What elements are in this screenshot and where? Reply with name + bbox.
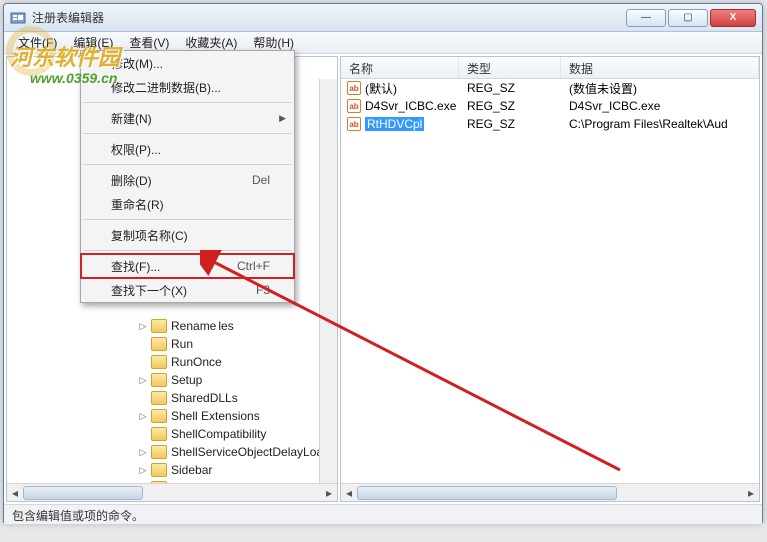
value-type: REG_SZ: [459, 117, 561, 131]
col-name[interactable]: 名称: [341, 57, 459, 78]
tree-label: Sidebar: [171, 463, 212, 477]
folder-icon: [151, 337, 167, 351]
chevron-blank: [137, 392, 149, 404]
folder-icon: [151, 427, 167, 441]
tree-label: ShellCompatibility: [171, 427, 266, 441]
folder-icon: [151, 391, 167, 405]
value-data: C:\Program Files\Realtek\Aud: [561, 117, 759, 131]
folder-icon: [151, 409, 167, 423]
chevron-blank: [137, 338, 149, 350]
tree-label: Run: [171, 337, 193, 351]
titlebar[interactable]: 注册表编辑器 — ▢ X: [4, 4, 762, 32]
folder-icon: [151, 355, 167, 369]
list-h-scrollbar[interactable]: ◂ ▸: [341, 483, 759, 501]
chevron-right-icon[interactable]: ▷: [137, 410, 149, 422]
tree-item[interactable]: ShellCompatibility: [7, 425, 337, 443]
menu-permissions[interactable]: 权限(P)...: [81, 137, 294, 161]
value-name: RtHDVCpl: [365, 117, 424, 131]
tree-label: SharedDLLs: [171, 391, 238, 405]
tree-item[interactable]: SharedDLLs: [7, 389, 337, 407]
chevron-blank: [137, 356, 149, 368]
menu-delete[interactable]: 删除(D)Del: [81, 168, 294, 192]
scroll-left-icon[interactable]: ◂: [7, 485, 23, 501]
app-icon: [10, 10, 26, 26]
list-row[interactable]: ab (默认) REG_SZ (数值未设置): [341, 79, 759, 97]
col-data[interactable]: 数据: [561, 57, 759, 78]
folder-icon: [151, 319, 167, 333]
list-pane: 名称 类型 数据 ab (默认) REG_SZ (数值未设置) ab D4Svr_I…: [340, 56, 760, 502]
tree-item[interactable]: Run: [7, 335, 337, 353]
value-name: D4Svr_ICBC.exe: [365, 99, 456, 113]
scroll-left-icon[interactable]: ◂: [341, 485, 357, 501]
list-row[interactable]: ab RtHDVCpl REG_SZ C:\Program Files\Realt…: [341, 115, 759, 133]
scroll-right-icon[interactable]: ▸: [743, 485, 759, 501]
menu-modify[interactable]: 修改(M)...: [81, 51, 294, 75]
tree-item[interactable]: RunOnce: [7, 353, 337, 371]
menu-separator: [83, 219, 292, 220]
folder-icon: [151, 445, 167, 459]
chevron-right-icon[interactable]: ▷: [137, 320, 149, 332]
tree-item[interactable]: ▷ Setup: [7, 371, 337, 389]
scroll-thumb[interactable]: [23, 486, 143, 500]
window-buttons: — ▢ X: [626, 9, 756, 27]
value-name: (默认): [365, 80, 397, 97]
edit-dropdown-menu: 修改(M)... 修改二进制数据(B)... 新建(N)▶ 权限(P)... 删…: [80, 50, 295, 303]
folder-icon: [151, 463, 167, 477]
value-type: REG_SZ: [459, 99, 561, 113]
chevron-right-icon[interactable]: ▷: [137, 446, 149, 458]
menu-rename[interactable]: 重命名(R): [81, 192, 294, 216]
tree-v-scrollbar[interactable]: [319, 79, 337, 483]
value-type: REG_SZ: [459, 81, 561, 95]
tree-item[interactable]: ▷ ShellServiceObjectDelayLoa: [7, 443, 337, 461]
menu-modify-binary[interactable]: 修改二进制数据(B)...: [81, 75, 294, 99]
string-value-icon: ab: [347, 81, 361, 95]
tree-item[interactable]: ▷ Shell Extensions: [7, 407, 337, 425]
chevron-right-icon[interactable]: ▷: [137, 464, 149, 476]
tree-label: les: [218, 319, 233, 333]
menu-new[interactable]: 新建(N)▶: [81, 106, 294, 130]
tree-label: Shell Extensions: [171, 409, 260, 423]
tree-item[interactable]: ▷ Renameles: [7, 317, 337, 335]
tree-h-scrollbar[interactable]: ◂ ▸: [7, 483, 337, 501]
close-button[interactable]: X: [710, 9, 756, 27]
window-title: 注册表编辑器: [32, 9, 626, 26]
tree-item[interactable]: ▷ Sidebar: [7, 461, 337, 479]
tree-label: RunOnce: [171, 355, 222, 369]
menu-separator: [83, 164, 292, 165]
column-headers: 名称 类型 数据: [341, 57, 759, 79]
string-value-icon: ab: [347, 99, 361, 113]
menu-separator: [83, 133, 292, 134]
maximize-button[interactable]: ▢: [668, 9, 708, 27]
list-row[interactable]: ab D4Svr_ICBC.exe REG_SZ D4Svr_ICBC.exe: [341, 97, 759, 115]
tree-label: Setup: [171, 373, 202, 387]
chevron-blank: [137, 428, 149, 440]
menu-file[interactable]: 文件(F): [10, 32, 65, 53]
list-body: ab (默认) REG_SZ (数值未设置) ab D4Svr_ICBC.exe R…: [341, 79, 759, 133]
folder-icon: [151, 373, 167, 387]
menu-separator: [83, 102, 292, 103]
minimize-button[interactable]: —: [626, 9, 666, 27]
scroll-right-icon[interactable]: ▸: [321, 485, 337, 501]
col-type[interactable]: 类型: [459, 57, 561, 78]
submenu-arrow-icon: ▶: [279, 113, 286, 124]
menu-copy-key-name[interactable]: 复制项名称(C): [81, 223, 294, 247]
menu-find[interactable]: 查找(F)...Ctrl+F: [81, 254, 294, 278]
chevron-right-icon[interactable]: ▷: [137, 374, 149, 386]
scroll-thumb[interactable]: [357, 486, 617, 500]
menu-find-next[interactable]: 查找下一个(X)F3: [81, 278, 294, 302]
value-data: D4Svr_ICBC.exe: [561, 99, 759, 113]
string-value-icon: ab: [347, 117, 361, 131]
menu-separator: [83, 250, 292, 251]
tree-label: Rename: [171, 319, 216, 333]
statusbar: 包含编辑值或项的命令。: [4, 504, 762, 524]
tree-label: ShellServiceObjectDelayLoa: [171, 445, 323, 459]
value-data: (数值未设置): [561, 80, 759, 97]
